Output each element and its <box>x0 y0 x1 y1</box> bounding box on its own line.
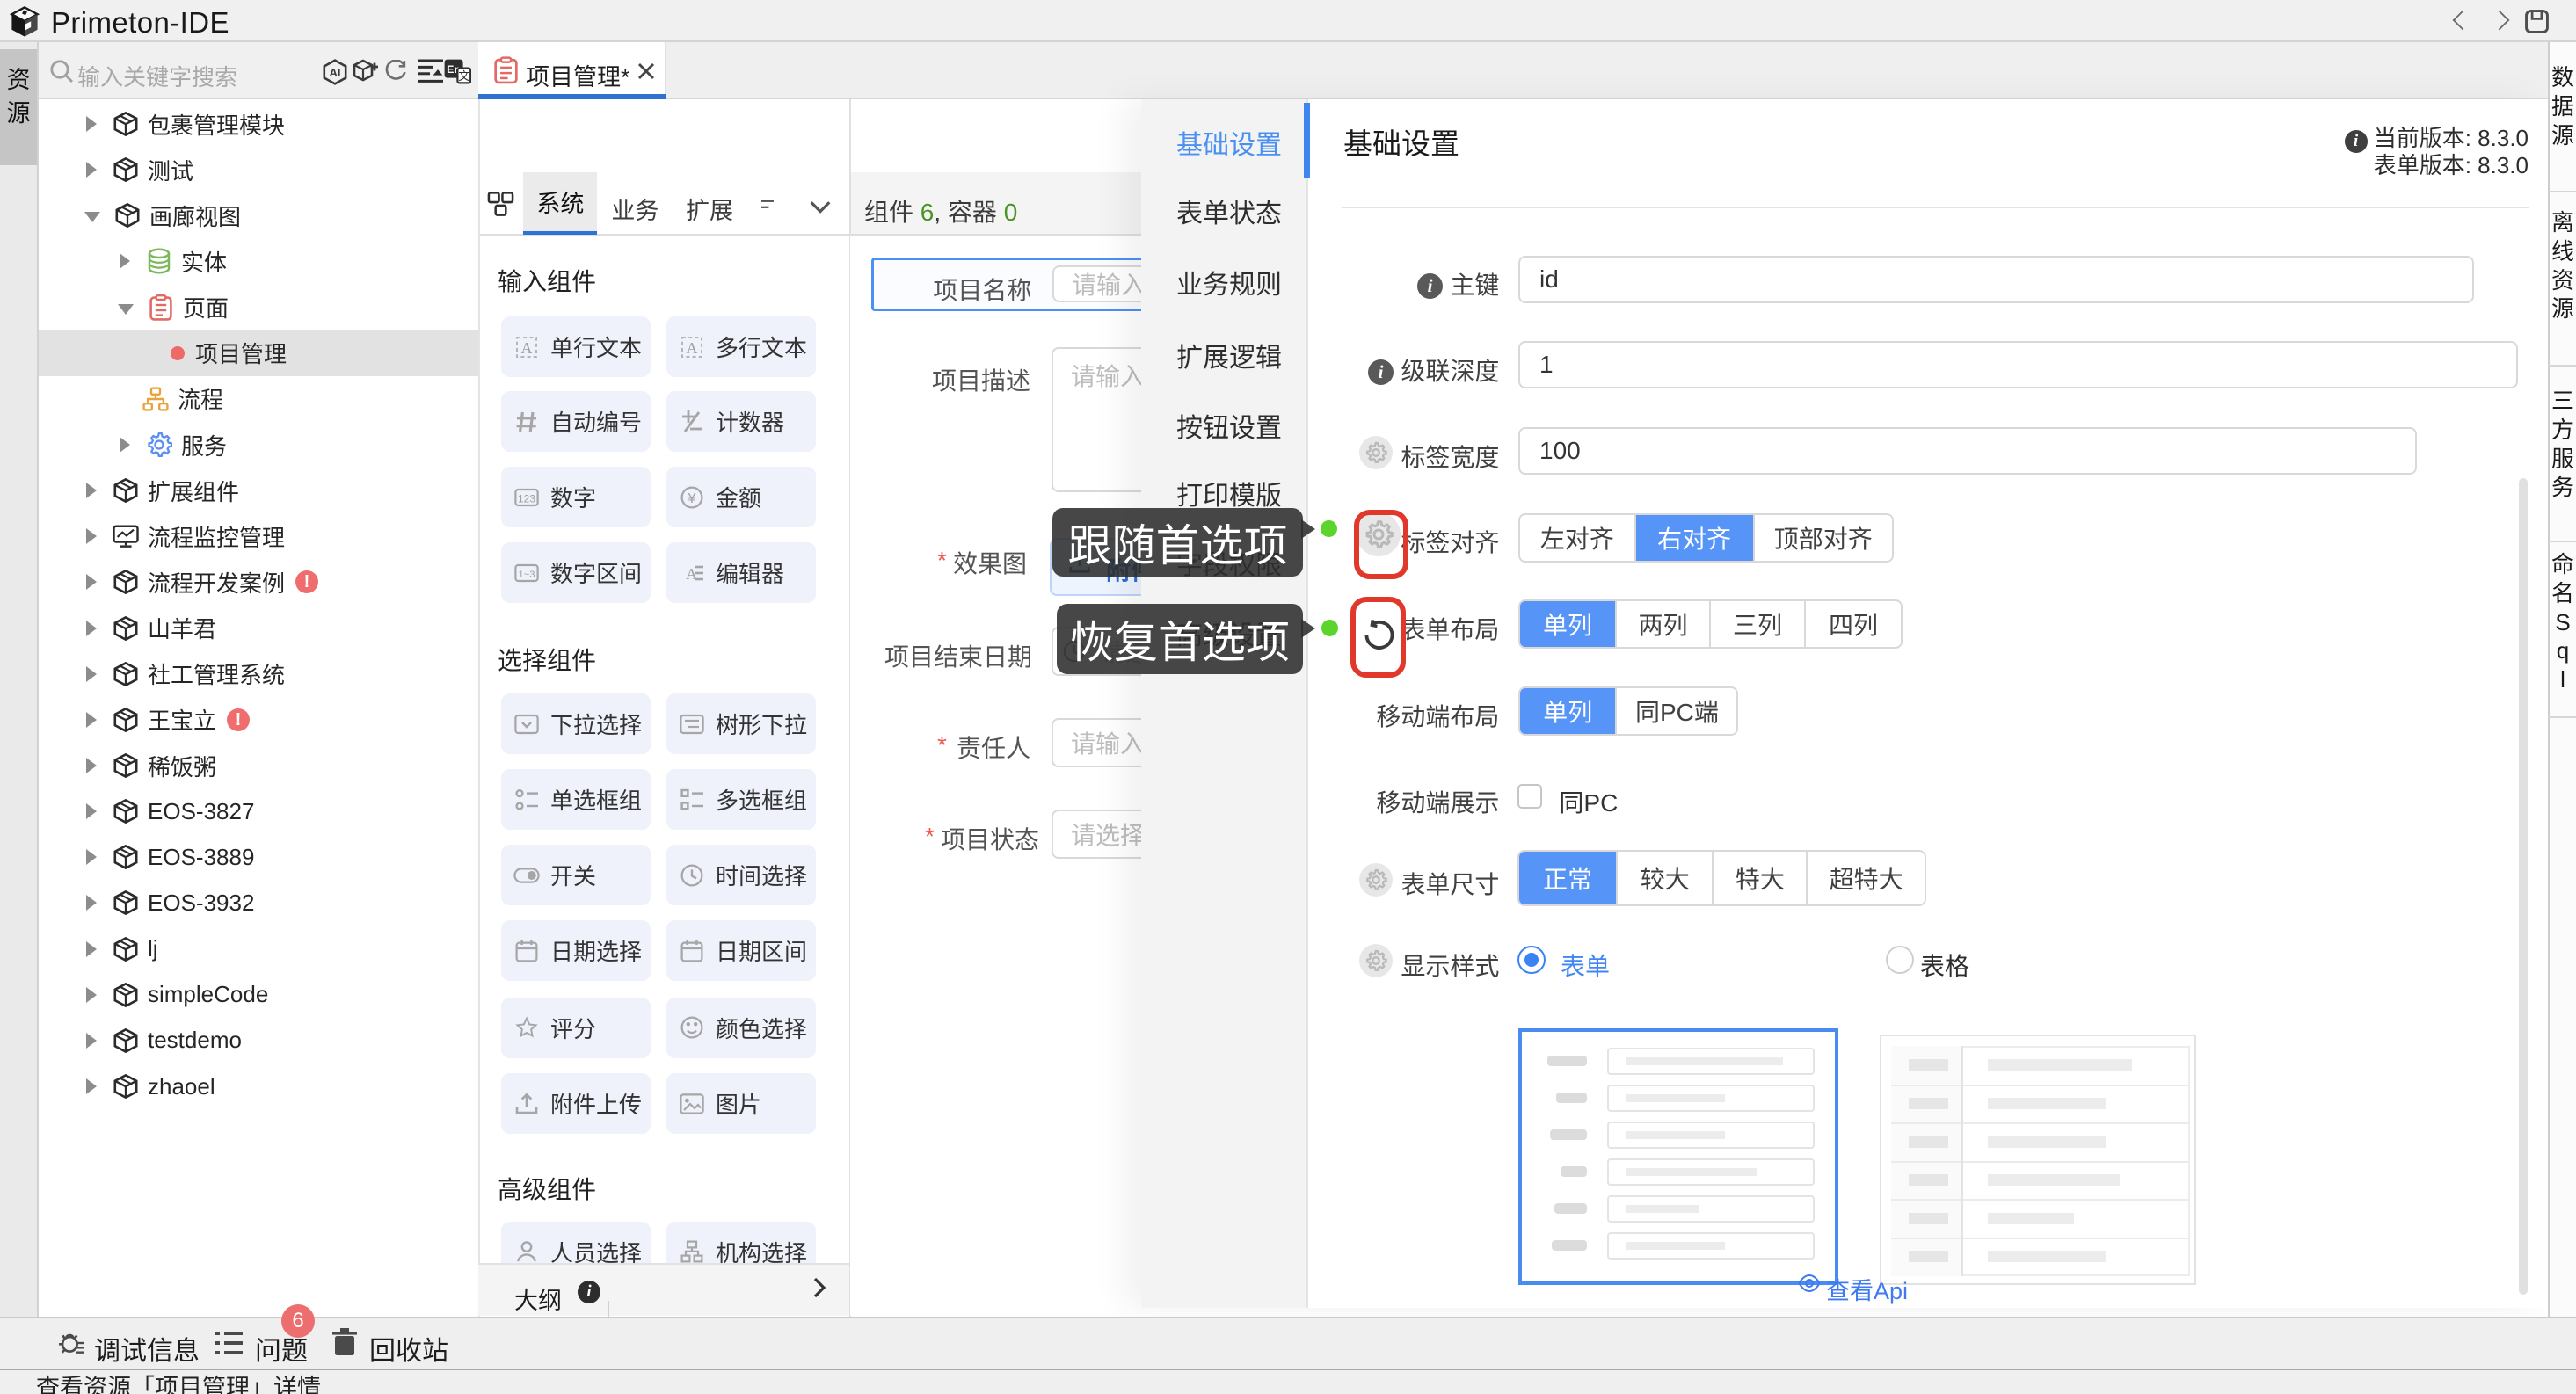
svg-text:AI: AI <box>330 66 341 79</box>
svg-text:A: A <box>521 339 533 357</box>
svg-text:文: 文 <box>458 69 469 83</box>
svg-text:A: A <box>687 339 698 357</box>
svg-text:¥: ¥ <box>688 491 696 506</box>
svg-text:123: 123 <box>518 492 535 505</box>
svg-text:1~3: 1~3 <box>519 570 535 580</box>
